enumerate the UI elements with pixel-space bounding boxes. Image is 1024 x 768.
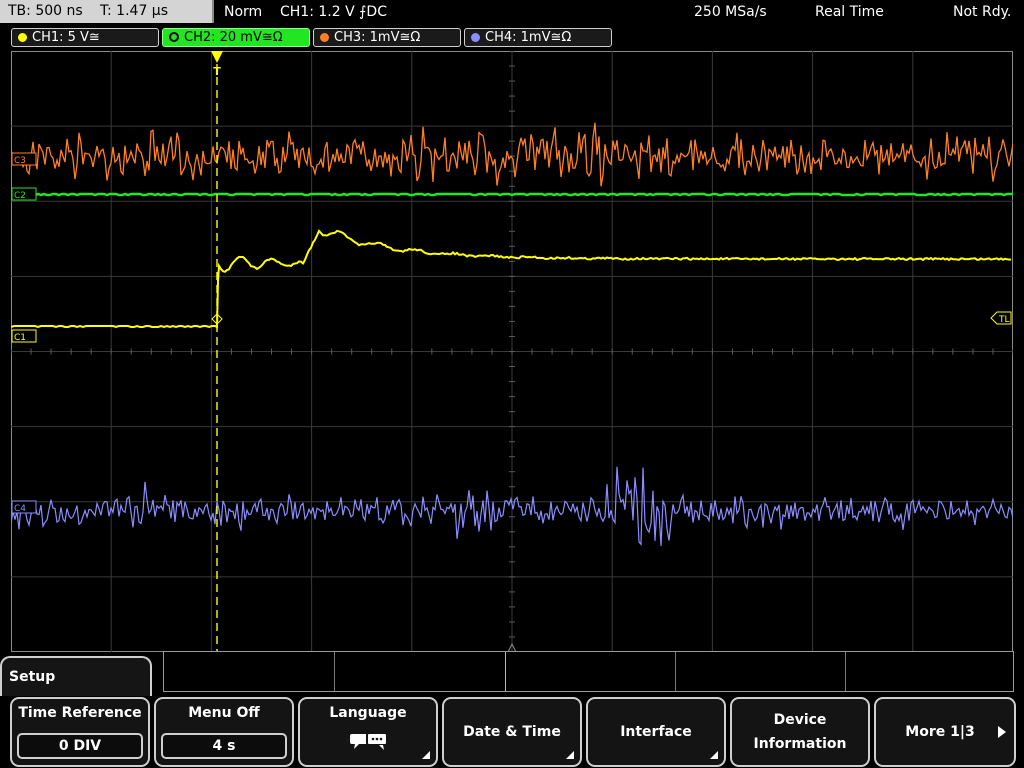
acquisition-mode: Real Time — [815, 4, 884, 20]
device-information-button[interactable]: Device Information — [730, 697, 870, 767]
setup-menu-tab[interactable]: Setup — [0, 656, 152, 696]
ch4-label: CH4: 1mV≅Ω — [485, 30, 572, 45]
trigger-info[interactable]: CH1: 1.2 V ⨍DC — [280, 0, 387, 24]
channel-tab-ch3[interactable]: CH3: 1mV≅Ω — [313, 28, 461, 47]
interface-button[interactable]: Interface — [586, 697, 726, 767]
ch2-ground-marker-text: C2 — [14, 191, 26, 201]
more-button[interactable]: More 1|3 — [874, 697, 1016, 767]
channel-tab-ch1[interactable]: CH1: 5 V≅ — [11, 28, 159, 47]
device-info-label-line1: Device — [773, 712, 827, 728]
date-time-label: Date & Time — [463, 724, 561, 740]
submenu-indicator-icon — [566, 751, 574, 759]
ch1-ground-marker-text: C1 — [14, 333, 26, 343]
waveform-display[interactable]: T C3 C2 C1 C4 TL — [11, 51, 1013, 652]
trigger-time-value: T: 1.47 µs — [100, 3, 169, 19]
menu-off-value: 4 s — [161, 733, 287, 759]
channel-tab-ch4[interactable]: CH4: 1mV≅Ω — [464, 28, 612, 47]
ch4-ground-marker-text: C4 — [14, 504, 26, 514]
channel-tab-ch2[interactable]: CH2: 20 mV≅Ω — [162, 28, 310, 47]
ch4-color-dot — [471, 33, 480, 42]
ch1-color-dot — [18, 33, 27, 42]
device-info-label-line2: Information — [753, 736, 847, 752]
ch2-color-dot — [169, 32, 179, 42]
acquisition-status: Not Rdy. — [953, 4, 1012, 20]
ch2-label: CH2: 20 mV≅Ω — [184, 30, 283, 45]
menu-title: Setup — [9, 669, 56, 685]
interface-label: Interface — [620, 724, 692, 740]
sample-rate: 250 MSa/s — [694, 4, 767, 20]
submenu-indicator-icon — [422, 751, 430, 759]
speech-bubble-icon — [350, 732, 388, 750]
ch3-ground-marker-text: C3 — [14, 156, 26, 166]
next-page-arrow-icon — [998, 726, 1006, 738]
language-label: Language — [329, 705, 407, 721]
trigger-mode[interactable]: Norm — [224, 0, 262, 24]
time-reference-label: Time Reference — [18, 705, 142, 721]
ch3-color-dot — [320, 33, 329, 42]
waveform-canvas[interactable]: T C3 C2 C1 C4 TL — [11, 51, 1013, 652]
more-label: More 1|3 — [905, 724, 975, 740]
status-bar: TB: 500 ns T: 1.47 µs Norm CH1: 1.2 V ⨍D… — [0, 0, 1024, 24]
language-button[interactable]: Language — [298, 697, 438, 767]
trigger-level-text: TL — [998, 315, 1010, 325]
time-reference-value: 0 DIV — [17, 733, 143, 759]
menu-off-button[interactable]: Menu Off 4 s — [154, 697, 294, 767]
time-reference-button[interactable]: Time Reference 0 DIV — [10, 697, 150, 767]
timebase-box[interactable]: TB: 500 ns T: 1.47 µs — [0, 0, 214, 23]
ch2-trace — [11, 192, 1013, 197]
ch3-label: CH3: 1mV≅Ω — [334, 30, 421, 45]
timebase-value: TB: 500 ns — [8, 3, 83, 19]
trigger-position-text: T — [213, 65, 221, 78]
ch1-label: CH1: 5 V≅ — [32, 30, 100, 45]
menu-off-label: Menu Off — [188, 705, 260, 721]
date-time-button[interactable]: Date & Time — [442, 697, 582, 767]
menu-strip — [163, 651, 1014, 692]
submenu-indicator-icon — [710, 751, 718, 759]
